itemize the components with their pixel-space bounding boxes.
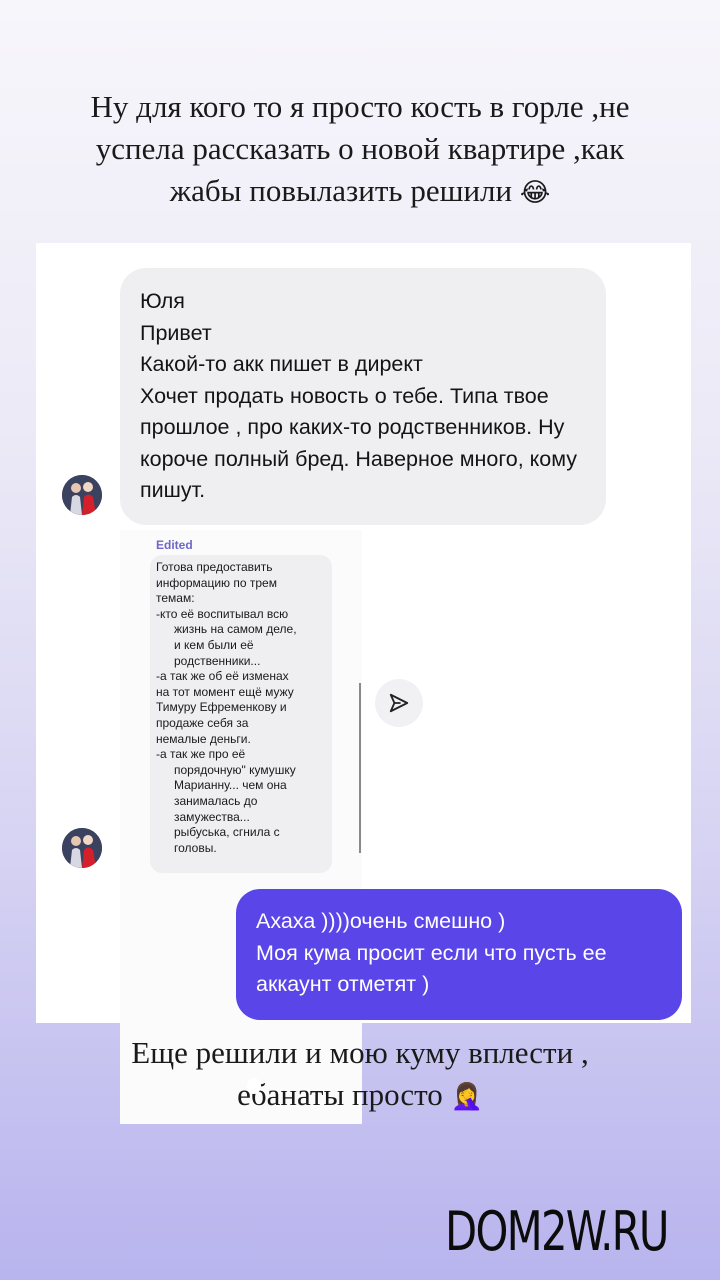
laughing-emoji-icon: 😂: [519, 178, 551, 208]
forwarded-line: -кто её воспитывал всю: [156, 606, 289, 621]
forwarded-line: и кем были её: [174, 637, 254, 652]
story-caption-top: Ну для кого то я просто кость в горле ,н…: [30, 86, 690, 214]
incoming-line-2: Привет: [140, 320, 212, 345]
outgoing-line-2: Моя кума просит если что пусть ее аккаун…: [256, 940, 607, 997]
watermark: DOM2W.RU: [445, 1200, 670, 1263]
forwarded-line: рыбуська, сгнила с: [174, 825, 280, 840]
forwarded-line: информацию по трем: [156, 575, 277, 590]
chat-screenshot: Юля Привет Какой-то акк пишет в директ Х…: [36, 243, 691, 1124]
caption-bottom-line-2-wrap: ебанаты просто 🤦‍♀️: [30, 1074, 690, 1118]
forwarded-line: замужества...: [174, 809, 250, 824]
caption-top-line-1: Ну для кого то я просто кость в горле ,н…: [90, 89, 630, 124]
forwarded-line: Марианну... чем она: [174, 778, 287, 793]
edited-label: Edited: [156, 538, 193, 552]
forwarded-text: Готова предоставить информацию по трем т…: [156, 560, 332, 856]
forwarded-line: Тимуру Ефременкову и: [156, 700, 287, 715]
caption-bottom-line-1: Еще решили и мою куму вплести ,: [131, 1035, 589, 1070]
outgoing-line-1: Ахаха ))))очень смешно ): [256, 909, 506, 933]
avatar-photo-icon: [62, 475, 102, 515]
caption-top-line-3: жабы повылазить решили: [169, 173, 513, 208]
touch-indicator: [247, 1078, 261, 1094]
forwarded-line: жизнь на самом деле,: [174, 622, 297, 637]
forwarded-line: -а так же об её изменах: [156, 669, 289, 684]
forwarded-line: порядочную" кумушку: [174, 762, 296, 777]
send-icon: [389, 693, 409, 713]
forwarded-line: -а так же про её: [156, 747, 246, 762]
forwarded-line: головы.: [174, 840, 217, 855]
forwarded-line: занималась до: [174, 793, 258, 808]
outgoing-message-bubble: Ахаха ))))очень смешно ) Моя кума просит…: [236, 889, 682, 1020]
forwarded-line: темам:: [156, 591, 195, 606]
forwarded-line: продаже себя за: [156, 715, 249, 730]
caption-top-line-3-wrap: жабы повылазить решили 😂: [30, 170, 690, 214]
divider-line: [359, 683, 361, 853]
sender-avatar[interactable]: [62, 475, 102, 515]
incoming-line-3: Какой-то акк пишет в директ: [140, 352, 423, 376]
facepalm-emoji-icon: 🤦‍♀️: [450, 1082, 483, 1112]
story-caption-bottom: Еще решили и мою куму вплести , ебанаты …: [30, 1032, 690, 1118]
forwarded-line: Готова предоставить: [156, 560, 273, 574]
sender-avatar[interactable]: [62, 828, 102, 868]
forwarded-line: на тот момент ещё мужу: [156, 684, 294, 699]
share-button[interactable]: [375, 679, 423, 727]
caption-bottom-line-2: ебанаты просто: [237, 1077, 443, 1112]
caption-top-line-2: успела рассказать о новой квартире ,как: [95, 131, 625, 166]
avatar-photo-icon: [62, 828, 102, 868]
incoming-line-1: Юля: [140, 289, 185, 313]
incoming-message-bubble: Юля Привет Какой-то акк пишет в директ Х…: [120, 268, 606, 525]
forwarded-line: родственники...: [174, 653, 261, 668]
incoming-line-4: Хочет продать новость о тебе. Типа твое …: [140, 383, 578, 503]
forwarded-line: немалые деньги.: [156, 731, 251, 746]
